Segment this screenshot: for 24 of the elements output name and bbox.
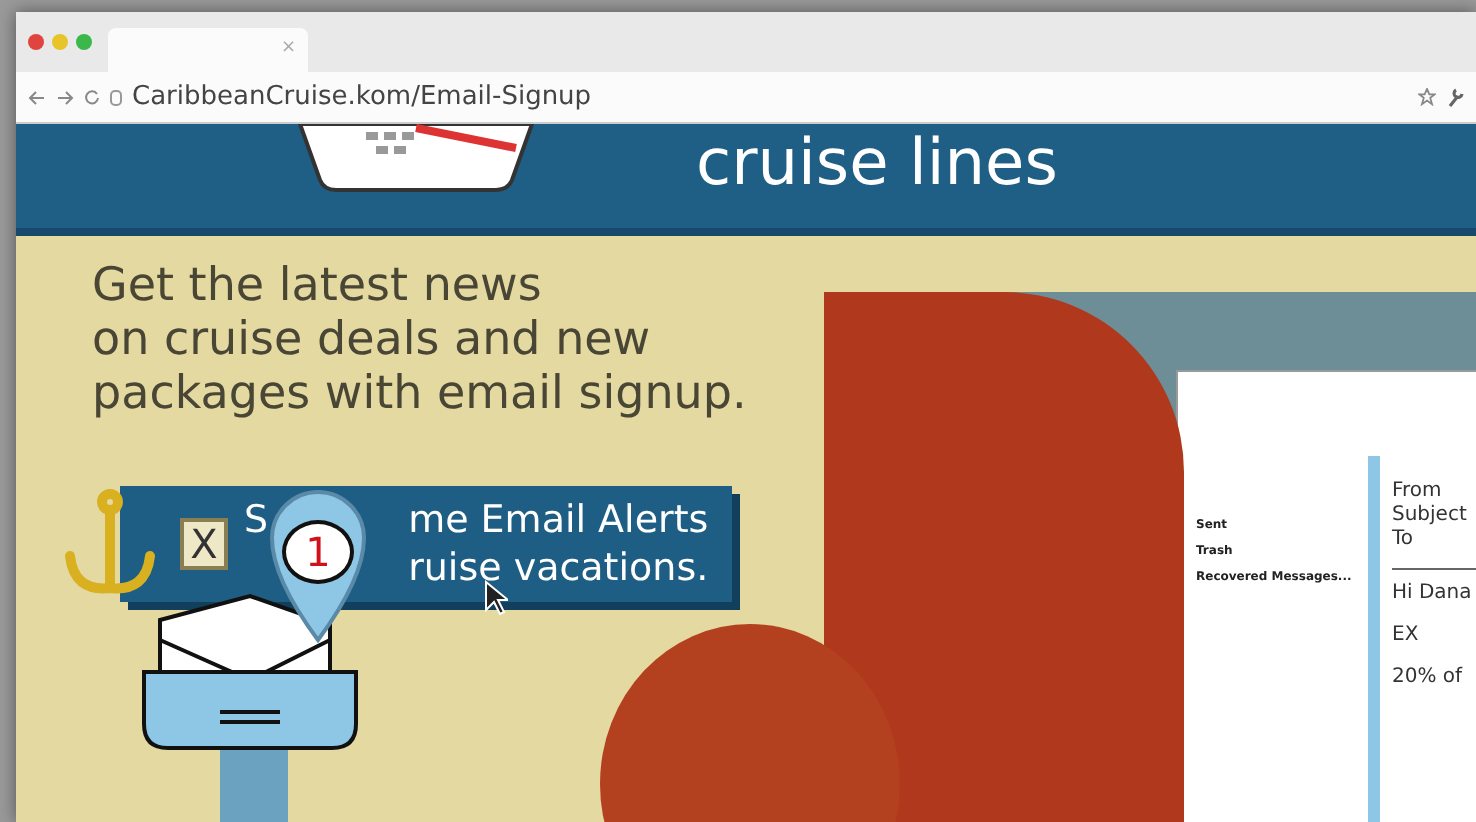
headline-text: on cruise deals and new <box>92 314 653 368</box>
body-text: EX <box>1392 622 1421 650</box>
zoom-window-dot[interactable] <box>76 34 92 50</box>
header-label: From <box>1392 480 1444 504</box>
headline-text: packages with email signup. <box>92 368 749 422</box>
header-label: To <box>1392 528 1416 552</box>
signup-text: ruise vacations. <box>408 544 709 592</box>
signup-text: S <box>244 496 269 544</box>
signup-text: me Email Alerts <box>408 496 709 544</box>
body-text: 20% of <box>1392 664 1465 692</box>
header-label: Subject <box>1392 504 1469 528</box>
mouse-cursor-icon <box>484 580 508 616</box>
close-window-dot[interactable] <box>28 34 44 50</box>
greeting-text: Hi Dana <box>1392 568 1476 608</box>
wrench-icon[interactable] <box>1446 87 1464 107</box>
reload-icon[interactable] <box>84 89 100 105</box>
headline-text: Get the latest news <box>92 260 544 314</box>
star-icon[interactable] <box>1418 88 1436 106</box>
minimize-window-dot[interactable] <box>52 34 68 50</box>
page-icon <box>110 89 122 105</box>
checkbox[interactable]: X <box>180 518 228 570</box>
forward-icon[interactable] <box>56 89 74 105</box>
banner-title: cruise lines <box>696 128 1058 199</box>
back-icon[interactable] <box>28 89 46 105</box>
